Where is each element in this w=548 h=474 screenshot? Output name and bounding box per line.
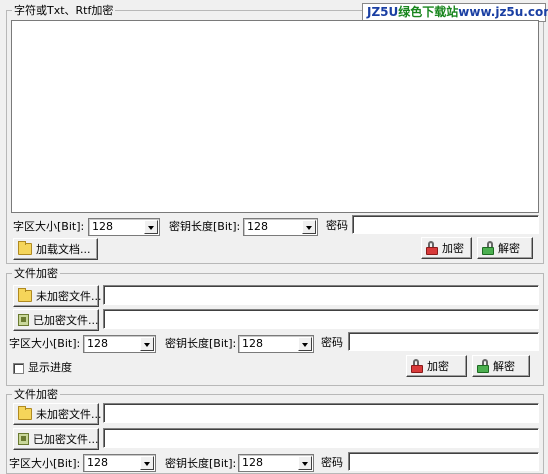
encrypted-file-path[interactable]	[103, 309, 539, 329]
unencrypted-file-button[interactable]: 未加密文件...	[13, 285, 102, 307]
key-length-select[interactable]: 128	[243, 218, 318, 236]
file-encrypt-group-1-title: 文件加密	[12, 267, 60, 280]
password-input[interactable]	[348, 332, 539, 351]
decrypt-file-button[interactable]: 解密	[472, 355, 530, 377]
encrypted-file-button[interactable]: 已加密文件...	[13, 428, 99, 450]
key-length-label: 密钥长度[Bit]:	[165, 337, 237, 350]
encrypted-file-icon	[18, 433, 29, 445]
password-label: 密码	[321, 456, 343, 469]
block-size-label: 字区大小[Bit]:	[13, 220, 85, 233]
show-progress-label: 显示进度	[28, 361, 72, 374]
password-input[interactable]	[352, 215, 539, 234]
folder-icon	[18, 241, 32, 255]
chevron-down-icon[interactable]	[144, 220, 158, 234]
text-encrypt-group-title: 字符或Txt、Rtf加密	[12, 4, 116, 17]
lock-closed-icon	[426, 241, 438, 255]
lock-open-icon	[477, 359, 489, 373]
chevron-down-icon[interactable]	[298, 456, 312, 470]
folder-icon	[18, 406, 32, 420]
chevron-down-icon[interactable]	[140, 456, 154, 470]
block-size-select[interactable]: 128	[88, 218, 160, 236]
block-size-select[interactable]: 128	[83, 335, 156, 353]
lock-closed-icon	[411, 359, 423, 373]
key-length-label: 密钥长度[Bit]:	[169, 220, 241, 233]
key-length-select[interactable]: 128	[238, 454, 314, 472]
encrypted-file-button[interactable]: 已加密文件...	[13, 309, 99, 331]
key-length-select[interactable]: 128	[238, 335, 314, 353]
folder-icon	[18, 288, 32, 302]
chevron-down-icon[interactable]	[302, 220, 316, 234]
encrypted-file-icon	[18, 314, 29, 326]
file-encrypt-group-2-title: 文件加密	[12, 388, 60, 401]
chevron-down-icon[interactable]	[298, 337, 312, 351]
load-document-button[interactable]: 加载文档...	[13, 238, 98, 260]
unencrypted-file-button[interactable]: 未加密文件...	[13, 403, 102, 425]
show-progress-checkbox[interactable]	[13, 363, 24, 374]
block-size-label: 字区大小[Bit]:	[9, 457, 81, 470]
key-length-label: 密钥长度[Bit]:	[165, 457, 237, 470]
password-label: 密码	[326, 219, 348, 232]
lock-open-icon	[482, 241, 494, 255]
text-input-area[interactable]	[11, 20, 539, 213]
unencrypted-file-path[interactable]	[103, 403, 539, 423]
decrypt-text-button[interactable]: 解密	[477, 237, 533, 259]
chevron-down-icon[interactable]	[140, 337, 154, 351]
unencrypted-file-path[interactable]	[103, 285, 539, 305]
password-label: 密码	[321, 336, 343, 349]
password-input[interactable]	[348, 452, 539, 471]
encrypt-file-button[interactable]: 加密	[406, 355, 467, 377]
encrypt-text-button[interactable]: 加密	[421, 237, 472, 259]
block-size-label: 字区大小[Bit]:	[9, 337, 81, 350]
block-size-select[interactable]: 128	[83, 454, 156, 472]
encrypted-file-path[interactable]	[103, 428, 539, 448]
